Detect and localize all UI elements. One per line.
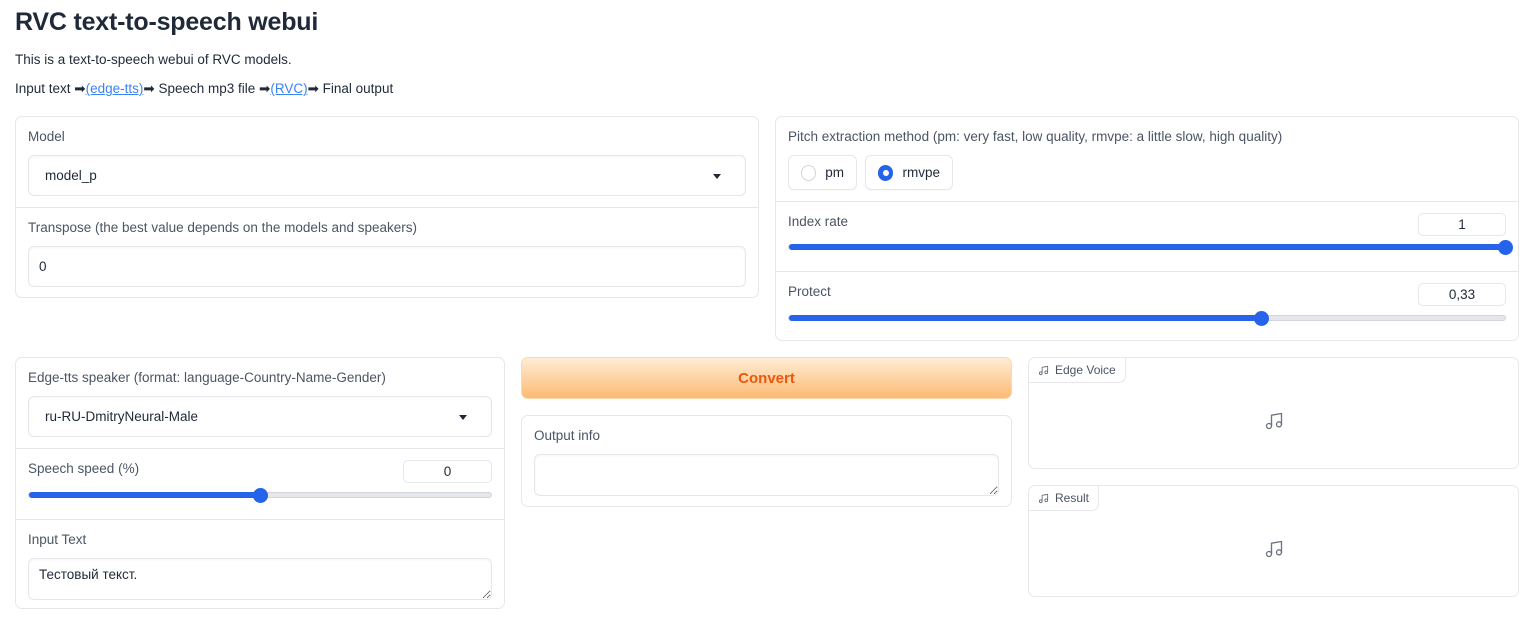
speaker-label: Edge-tts speaker (format: language-Count… <box>28 370 386 385</box>
result-audio: Result <box>1028 485 1519 597</box>
protect-label: Protect <box>788 284 831 299</box>
edge-voice-label: Edge Voice <box>1055 363 1116 377</box>
speaker-block: Edge-tts speaker (format: language-Count… <box>16 358 504 448</box>
radio-pm[interactable]: pm <box>788 155 857 190</box>
flow-input-text: Input text <box>15 81 75 96</box>
chevron-down-icon <box>459 414 467 420</box>
slider-thumb[interactable] <box>1497 239 1513 255</box>
radio-rmvpe[interactable]: rmvpe <box>865 155 953 190</box>
output-info-label: Output info <box>534 428 601 443</box>
flow-arrow-icon: ➡ <box>74 81 86 96</box>
model-panel: Model model_p Transpose (the best value … <box>15 116 759 298</box>
protect-input[interactable]: 0,33 <box>1418 283 1506 306</box>
pitch-method-label: Pitch extraction method (pm: very fast, … <box>788 129 1283 144</box>
edge-voice-tag: Edge Voice <box>1029 358 1126 383</box>
transpose-input[interactable]: 0 <box>28 246 746 287</box>
result-tag: Result <box>1029 486 1100 511</box>
model-block: Model model_p <box>16 117 758 207</box>
result-label: Result <box>1055 491 1090 505</box>
slider-fill <box>789 244 1505 250</box>
index-rate-slider[interactable] <box>788 239 1513 255</box>
speed-slider[interactable] <box>28 487 492 503</box>
pitch-panel: Pitch extraction method (pm: very fast, … <box>775 116 1519 341</box>
tts-panel: Edge-tts speaker (format: language-Count… <box>15 357 505 609</box>
pitch-method-block: Pitch extraction method (pm: very fast, … <box>776 117 1518 201</box>
edge-voice-audio: Edge Voice <box>1028 357 1519 469</box>
input-text-label: Input Text <box>28 532 87 547</box>
transpose-block: Transpose (the best value depends on the… <box>16 207 758 299</box>
music-note-icon <box>1265 540 1282 558</box>
radio-pm-label: pm <box>825 165 844 180</box>
model-dropdown-value: model_p <box>45 168 97 183</box>
index-rate-input[interactable]: 1 <box>1418 213 1506 236</box>
slider-fill <box>789 315 1262 321</box>
index-rate-label: Index rate <box>788 214 849 229</box>
music-note-icon <box>1265 412 1282 430</box>
protect-slider[interactable] <box>788 310 1506 326</box>
page-title: RVC text-to-speech webui <box>15 8 319 36</box>
flow-step-final: ➡ Final output <box>307 81 394 96</box>
output-info-textarea[interactable] <box>534 454 999 496</box>
chevron-down-icon <box>713 173 721 179</box>
model-dropdown[interactable]: model_p <box>28 155 746 196</box>
speaker-dropdown[interactable]: ru-RU-DmitryNeural-Male <box>28 396 492 437</box>
radio-checked-icon <box>878 164 894 181</box>
flow-arrow-icon: ➡ <box>259 81 271 96</box>
speed-block: Speech speed (%) 0 <box>16 448 504 519</box>
speaker-dropdown-value: ru-RU-DmitryNeural-Male <box>45 409 199 424</box>
protect-block: Protect 0,33 <box>776 271 1518 342</box>
rvc-link[interactable]: (RVC) <box>270 81 307 96</box>
edge-tts-link[interactable]: (edge-tts) <box>86 81 144 96</box>
transpose-label: Transpose (the best value depends on the… <box>28 220 417 235</box>
radio-rmvpe-label: rmvpe <box>902 165 940 180</box>
slider-fill <box>29 492 260 498</box>
radio-unchecked-icon <box>801 164 817 181</box>
slider-thumb[interactable] <box>1254 310 1270 326</box>
input-text-block: Input Text <box>16 519 504 610</box>
convert-button[interactable]: Convert <box>521 357 1012 399</box>
output-panel: Output info <box>521 415 1012 507</box>
speed-label: Speech speed (%) <box>28 461 140 476</box>
pipeline-flow: Input text ➡(edge-tts)➡ Speech mp3 file … <box>15 81 393 97</box>
index-rate-block: Index rate 1 <box>776 201 1518 271</box>
speed-input[interactable]: 0 <box>403 460 492 483</box>
music-note-icon <box>1038 493 1049 503</box>
music-note-icon <box>1038 365 1049 375</box>
model-label: Model <box>28 129 65 144</box>
flow-step-speech: ➡ Speech mp3 file <box>143 81 260 96</box>
page-description: This is a text-to-speech webui of RVC mo… <box>15 52 292 67</box>
slider-thumb[interactable] <box>252 487 268 503</box>
input-text-area[interactable] <box>28 558 492 600</box>
